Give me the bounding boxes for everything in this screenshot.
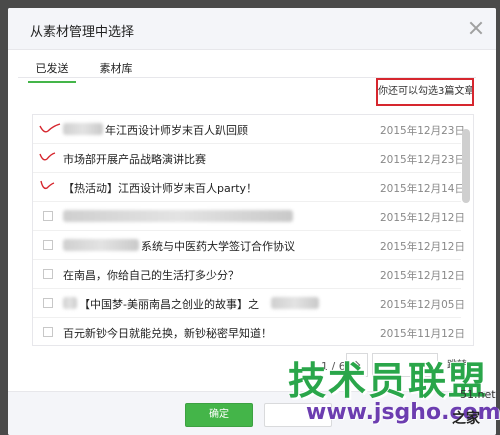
article-row[interactable]: 年江西设计师岁末百人趴回顾 2015年12月23日: [33, 115, 465, 144]
page-number-input[interactable]: [372, 353, 438, 377]
selection-limit-hint: 你还可以勾选3篇文章: [376, 78, 474, 106]
blurred-text: [63, 239, 139, 251]
page-indicator: 1 / 6: [321, 360, 346, 373]
tab-material-library[interactable]: 素材库: [96, 60, 136, 81]
article-date: 2015年12月12日: [380, 212, 465, 224]
article-row[interactable]: 市场部开展产品战略演讲比赛 2015年12月23日: [33, 144, 465, 173]
tab-sent[interactable]: 已发送: [28, 60, 76, 83]
article-date: 2015年12月05日: [380, 299, 465, 311]
blurred-text: [271, 297, 319, 309]
article-title: 在南昌，你给自己的生活打多少分？: [63, 269, 239, 282]
article-title: 【热活动】江西设计师岁末百人party！: [63, 182, 258, 195]
checkmark-icon: [39, 123, 61, 133]
dialog-footer: 确定: [8, 391, 496, 435]
blurred-text: [63, 210, 293, 222]
dialog-title: 从素材管理中选择: [30, 25, 135, 40]
article-title: 年江西设计师岁末百人趴回顾: [105, 124, 248, 137]
article-row[interactable]: 2015年12月12日: [33, 202, 465, 231]
article-title: 市场部开展产品战略演讲比赛: [63, 153, 206, 166]
close-icon[interactable]: [468, 20, 484, 36]
article-checkbox[interactable]: [43, 327, 53, 337]
goto-page-button[interactable]: 跳转: [442, 355, 472, 377]
article-date: 2015年12月12日: [380, 270, 465, 282]
checkmark-icon: [39, 152, 56, 161]
blurred-text: [63, 123, 103, 135]
blurred-text: [63, 297, 77, 309]
list-scrollbar[interactable]: [462, 129, 470, 203]
article-checkbox[interactable]: [43, 240, 53, 250]
article-title: 【中国梦-美丽南昌之创业的故事】之: [79, 298, 259, 311]
article-date: 2015年12月12日: [380, 241, 465, 253]
article-row[interactable]: 百元新钞今日就能兑换，新钞秘密早知道！ 2015年11月12日: [33, 318, 465, 345]
article-date: 2015年11月12日: [380, 328, 465, 340]
article-checkbox[interactable]: [43, 211, 53, 221]
article-checkbox[interactable]: [43, 298, 53, 308]
article-row[interactable]: 在南昌，你给自己的生活打多少分？ 2015年12月12日: [33, 260, 465, 289]
dialog-header: 从素材管理中选择: [8, 8, 496, 50]
article-row[interactable]: 【热活动】江西设计师岁末百人party！ 2015年12月14日: [33, 173, 465, 202]
article-date: 2015年12月23日: [380, 125, 465, 137]
next-page-button[interactable]: [346, 353, 368, 377]
article-date: 2015年12月14日: [380, 183, 465, 195]
tab-bar: 已发送 素材库: [18, 50, 476, 83]
article-title: 系统与中医药大学签订合作协议: [141, 240, 295, 253]
article-list: 年江西设计师岁末百人趴回顾 2015年12月23日 市场部开展产品战略演讲比赛 …: [32, 114, 474, 346]
cancel-button[interactable]: [264, 403, 332, 427]
article-row[interactable]: 【中国梦-美丽南昌之创业的故事】之 2015年12月05日: [33, 289, 465, 318]
article-title: 百元新钞今日就能兑换，新钞秘密早知道！: [63, 327, 272, 340]
article-date: 2015年12月23日: [380, 154, 465, 166]
select-material-dialog: 从素材管理中选择 已发送 素材库 你还可以勾选3篇文章 年江西设计师岁末百人趴回…: [8, 8, 496, 435]
confirm-button[interactable]: 确定: [185, 403, 253, 427]
checkmark-icon: [40, 180, 55, 190]
article-row[interactable]: 系统与中医药大学签订合作协议 2015年12月12日: [33, 231, 465, 260]
article-checkbox[interactable]: [43, 269, 53, 279]
